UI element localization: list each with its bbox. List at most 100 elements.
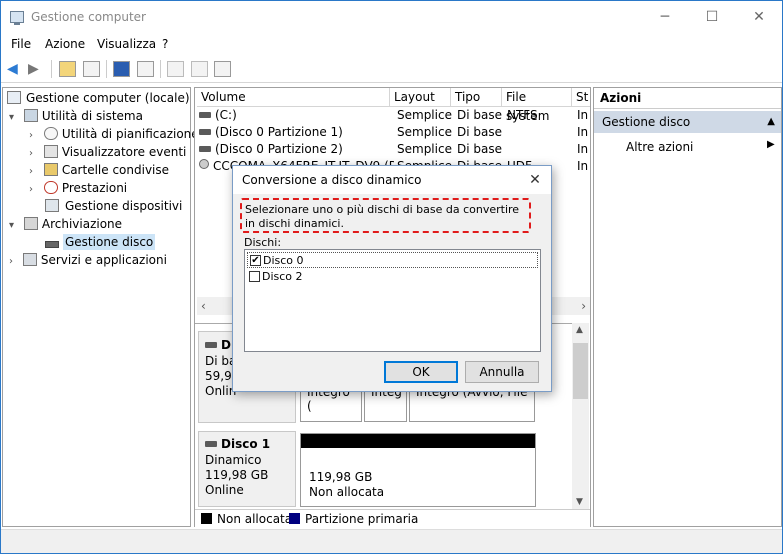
collapse-up-icon[interactable]: ▲ <box>767 111 775 133</box>
legend-unallocated-swatch <box>201 513 212 524</box>
dialog-message: Selezionare uno o più dischi di base da … <box>240 198 531 233</box>
table-row[interactable]: (Disco 0 Partizione 2) <box>199 141 343 158</box>
column-header-tipo[interactable]: Tipo <box>451 88 502 107</box>
disk-list-item-0[interactable]: ✔ Disco 0 <box>247 252 538 268</box>
submenu-arrow-icon: ▶ <box>767 139 775 150</box>
computer-management-icon <box>10 11 24 25</box>
services-icon <box>22 253 37 266</box>
tree-item-system-tools[interactable]: ▾ Utilità di sistema <box>5 107 190 125</box>
disk0-checkbox[interactable]: ✔ <box>250 255 261 266</box>
clock-icon <box>43 127 58 140</box>
table-cell: In <box>577 125 589 139</box>
tree-item-root[interactable]: Gestione computer (locale) <box>5 89 190 107</box>
menu-file[interactable]: File <box>11 37 31 51</box>
scroll-right-icon[interactable]: › <box>581 299 586 313</box>
back-arrow-icon[interactable]: ◀ <box>7 61 18 77</box>
more-actions[interactable]: Altre azioni <box>626 140 693 154</box>
chevron-right-icon[interactable]: › <box>9 256 13 267</box>
tree-item-services[interactable]: › Servizi e applicazioni <box>5 251 190 269</box>
shared-folder-icon <box>43 163 58 176</box>
scroll-left-icon[interactable]: ‹ <box>201 299 206 313</box>
table-row[interactable]: (C:) <box>199 107 237 124</box>
disk-icon <box>205 441 217 447</box>
tree-item-storage[interactable]: ▾ Archiviazione <box>5 215 190 233</box>
table-cell: Di base <box>457 125 502 139</box>
vertical-scrollbar[interactable]: ▲ ▼ <box>572 323 589 509</box>
column-header-layout[interactable]: Layout <box>390 88 451 107</box>
tree-item-shared-folders[interactable]: › Cartelle condivise <box>5 161 190 179</box>
properties-icon[interactable] <box>137 61 154 77</box>
table-cell: Di base <box>457 142 502 156</box>
disk1-type: Dinamico <box>205 453 262 467</box>
chevron-right-icon[interactable]: › <box>29 130 33 141</box>
menu-visualizza[interactable]: Visualizza <box>97 37 156 51</box>
table-row[interactable]: (Disco 0 Partizione 1) <box>199 124 343 141</box>
storage-icon <box>23 217 38 230</box>
drive-icon <box>199 146 211 152</box>
tree-item-disk-management[interactable]: Gestione disco <box>5 233 190 251</box>
chevron-right-icon[interactable]: › <box>29 166 33 177</box>
table-cell: Semplice <box>397 108 452 122</box>
scroll-down-icon[interactable]: ▼ <box>576 497 583 507</box>
table-cell: In <box>577 159 589 173</box>
dialog-title: Conversione a disco dinamico <box>233 166 551 194</box>
tree-item-event-viewer[interactable]: › Visualizzatore eventi <box>5 143 190 161</box>
actions-section-disk-management[interactable]: Gestione disco ▲ <box>594 111 781 133</box>
column-header-status[interactable]: St <box>572 88 590 107</box>
disk-list: ✔ Disco 0 Disco 2 <box>244 249 541 352</box>
disk2-checkbox[interactable] <box>249 271 260 282</box>
close-button[interactable]: ✕ <box>736 1 782 33</box>
column-header-volume[interactable]: Volume <box>197 88 390 107</box>
minimize-button[interactable]: ─ <box>642 1 688 33</box>
legend-primary-swatch <box>289 513 300 524</box>
list-icon[interactable] <box>214 61 231 77</box>
table-cell: Semplice <box>397 125 452 139</box>
column-header-filesystem[interactable]: File system <box>502 88 572 123</box>
title-bar: Gestione computer ─ ☐ ✕ <box>1 1 782 33</box>
table-cell: In <box>577 142 589 156</box>
checkmark-icon[interactable] <box>191 61 208 77</box>
forward-arrow-icon[interactable]: ▶ <box>28 61 39 77</box>
table-cell: Di base <box>457 108 502 122</box>
main-window: Gestione computer ─ ☐ ✕ File Azione Visu… <box>0 0 783 554</box>
tools-icon <box>23 109 38 122</box>
disk-icon <box>45 241 59 248</box>
convert-dynamic-dialog: Conversione a disco dinamico ✕ Seleziona… <box>232 165 552 392</box>
scroll-up-icon[interactable]: ▲ <box>576 325 583 335</box>
chevron-down-icon[interactable]: ▾ <box>9 112 14 123</box>
legend-unallocated-label: Non allocata <box>217 512 293 526</box>
chevron-right-icon[interactable]: › <box>29 148 33 159</box>
disk1-part-status: Non allocata <box>309 485 385 499</box>
cancel-button[interactable]: Annulla <box>465 361 539 383</box>
help-icon[interactable] <box>113 61 130 77</box>
legend: Non allocata Partizione primaria <box>195 509 590 527</box>
ok-button[interactable]: OK <box>384 361 458 383</box>
tree-item-device-manager[interactable]: Gestione dispositivi <box>5 197 190 215</box>
disk1-status: Online <box>205 483 244 497</box>
tree-item-task-scheduler[interactable]: › Utilità di pianificazione <box>5 125 199 143</box>
tree-list: Gestione computer (locale) ▾ Utilità di … <box>5 89 199 269</box>
folder-up-icon[interactable] <box>59 61 76 77</box>
disk-list-item-1[interactable]: Disco 2 <box>247 269 538 285</box>
maximize-button[interactable]: ☐ <box>689 1 735 33</box>
drive-icon <box>199 129 211 135</box>
disk-list-label: Dischi: <box>244 236 282 249</box>
dialog-close-icon[interactable]: ✕ <box>525 170 545 190</box>
disk1-size: 119,98 GB <box>205 468 269 482</box>
scroll-thumb[interactable] <box>573 343 588 399</box>
disk1-part-size: 119,98 GB <box>309 470 373 484</box>
disk1-unallocated-region[interactable]: 119,98 GB Non allocata <box>300 433 536 507</box>
unallocated-bar <box>301 434 535 448</box>
show-tree-icon[interactable] <box>83 61 100 77</box>
menu-help[interactable]: ? <box>162 37 168 51</box>
drive-icon <box>199 112 211 118</box>
tree-item-performance[interactable]: › Prestazioni <box>5 179 190 197</box>
table-cell: In <box>577 108 589 122</box>
computer-icon <box>7 91 21 104</box>
chevron-down-icon[interactable]: ▾ <box>9 220 14 231</box>
disk1-header[interactable]: Disco 1 Dinamico 119,98 GB Online <box>198 431 296 507</box>
menu-azione[interactable]: Azione <box>45 37 85 51</box>
connect-icon[interactable] <box>167 61 184 77</box>
legend-primary-label: Partizione primaria <box>305 512 419 526</box>
chevron-right-icon[interactable]: › <box>29 184 33 195</box>
